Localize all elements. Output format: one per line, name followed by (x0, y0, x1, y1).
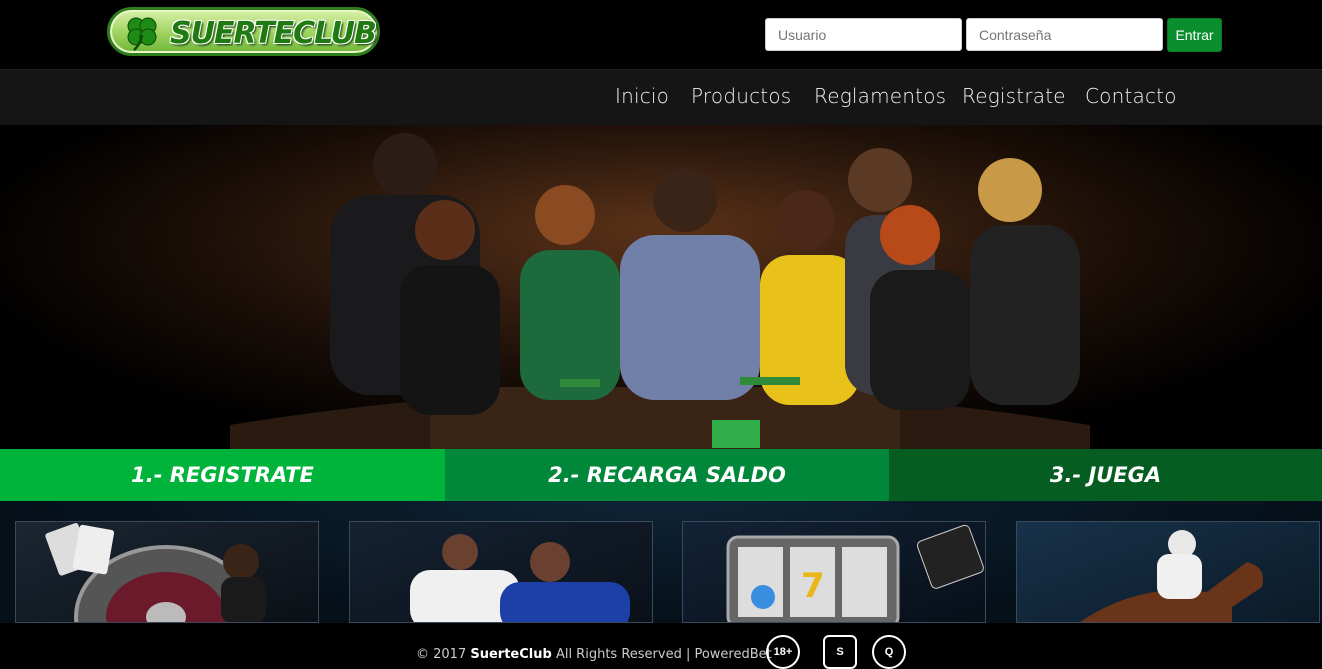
copyright-site[interactable]: SuerteClub (470, 647, 551, 662)
logo-text: SUERTECLUB (170, 16, 377, 51)
step-play[interactable]: 3.- JUEGA (889, 449, 1322, 501)
footer: © 2017 SuerteClub All Rights Reserved | … (0, 623, 1322, 669)
copyright-text: © 2017 SuerteClub All Rights Reserved | … (416, 647, 772, 662)
step-register[interactable]: 1.- REGISTRATE (0, 449, 445, 501)
hero-banner-image (0, 125, 1322, 449)
products-section: 7 (0, 501, 1322, 623)
age-18-plus-badge: 18+ (766, 635, 800, 669)
nav-item-reglamentos[interactable]: Reglamentos (814, 84, 946, 108)
seal-q-badge: Q (872, 635, 906, 669)
steps-bar: 1.- REGISTRATE 2.- RECARGA SALDO 3.- JUE… (0, 449, 1322, 501)
copyright-year: © 2017 (416, 647, 467, 662)
svg-text:7: 7 (801, 566, 825, 606)
step-recharge[interactable]: 2.- RECARGA SALDO (445, 449, 889, 501)
password-input[interactable] (966, 18, 1163, 51)
casino-roulette-card[interactable] (15, 521, 319, 623)
casino-players-illustration (0, 125, 1322, 449)
nav-item-contacto[interactable]: Contacto (1085, 84, 1177, 108)
main-nav: Inicio Productos Reglamentos Registrate … (0, 69, 1322, 125)
slots-card[interactable]: 7 (682, 521, 986, 623)
slot-machine-icon: 7 (726, 524, 984, 622)
football-icon (410, 534, 630, 622)
horse-icon (1080, 530, 1263, 622)
nav-item-registrate[interactable]: Registrate (962, 84, 1066, 108)
roulette-icon (45, 523, 266, 622)
horse-racing-card[interactable] (1016, 521, 1320, 623)
shield-s-badge: S (823, 635, 857, 669)
copyright-rights: All Rights Reserved | PoweredBet (555, 647, 772, 662)
username-input[interactable] (765, 18, 962, 51)
suerteclub-logo[interactable]: SUERTECLUB (107, 7, 380, 56)
enter-button[interactable]: Entrar (1167, 18, 1222, 52)
top-bar: SUERTECLUB Entrar (0, 0, 1322, 69)
nav-item-inicio[interactable]: Inicio (615, 84, 669, 108)
clover-icon (127, 17, 157, 51)
sports-football-card[interactable] (349, 521, 653, 623)
nav-item-productos[interactable]: Productos (691, 84, 791, 108)
